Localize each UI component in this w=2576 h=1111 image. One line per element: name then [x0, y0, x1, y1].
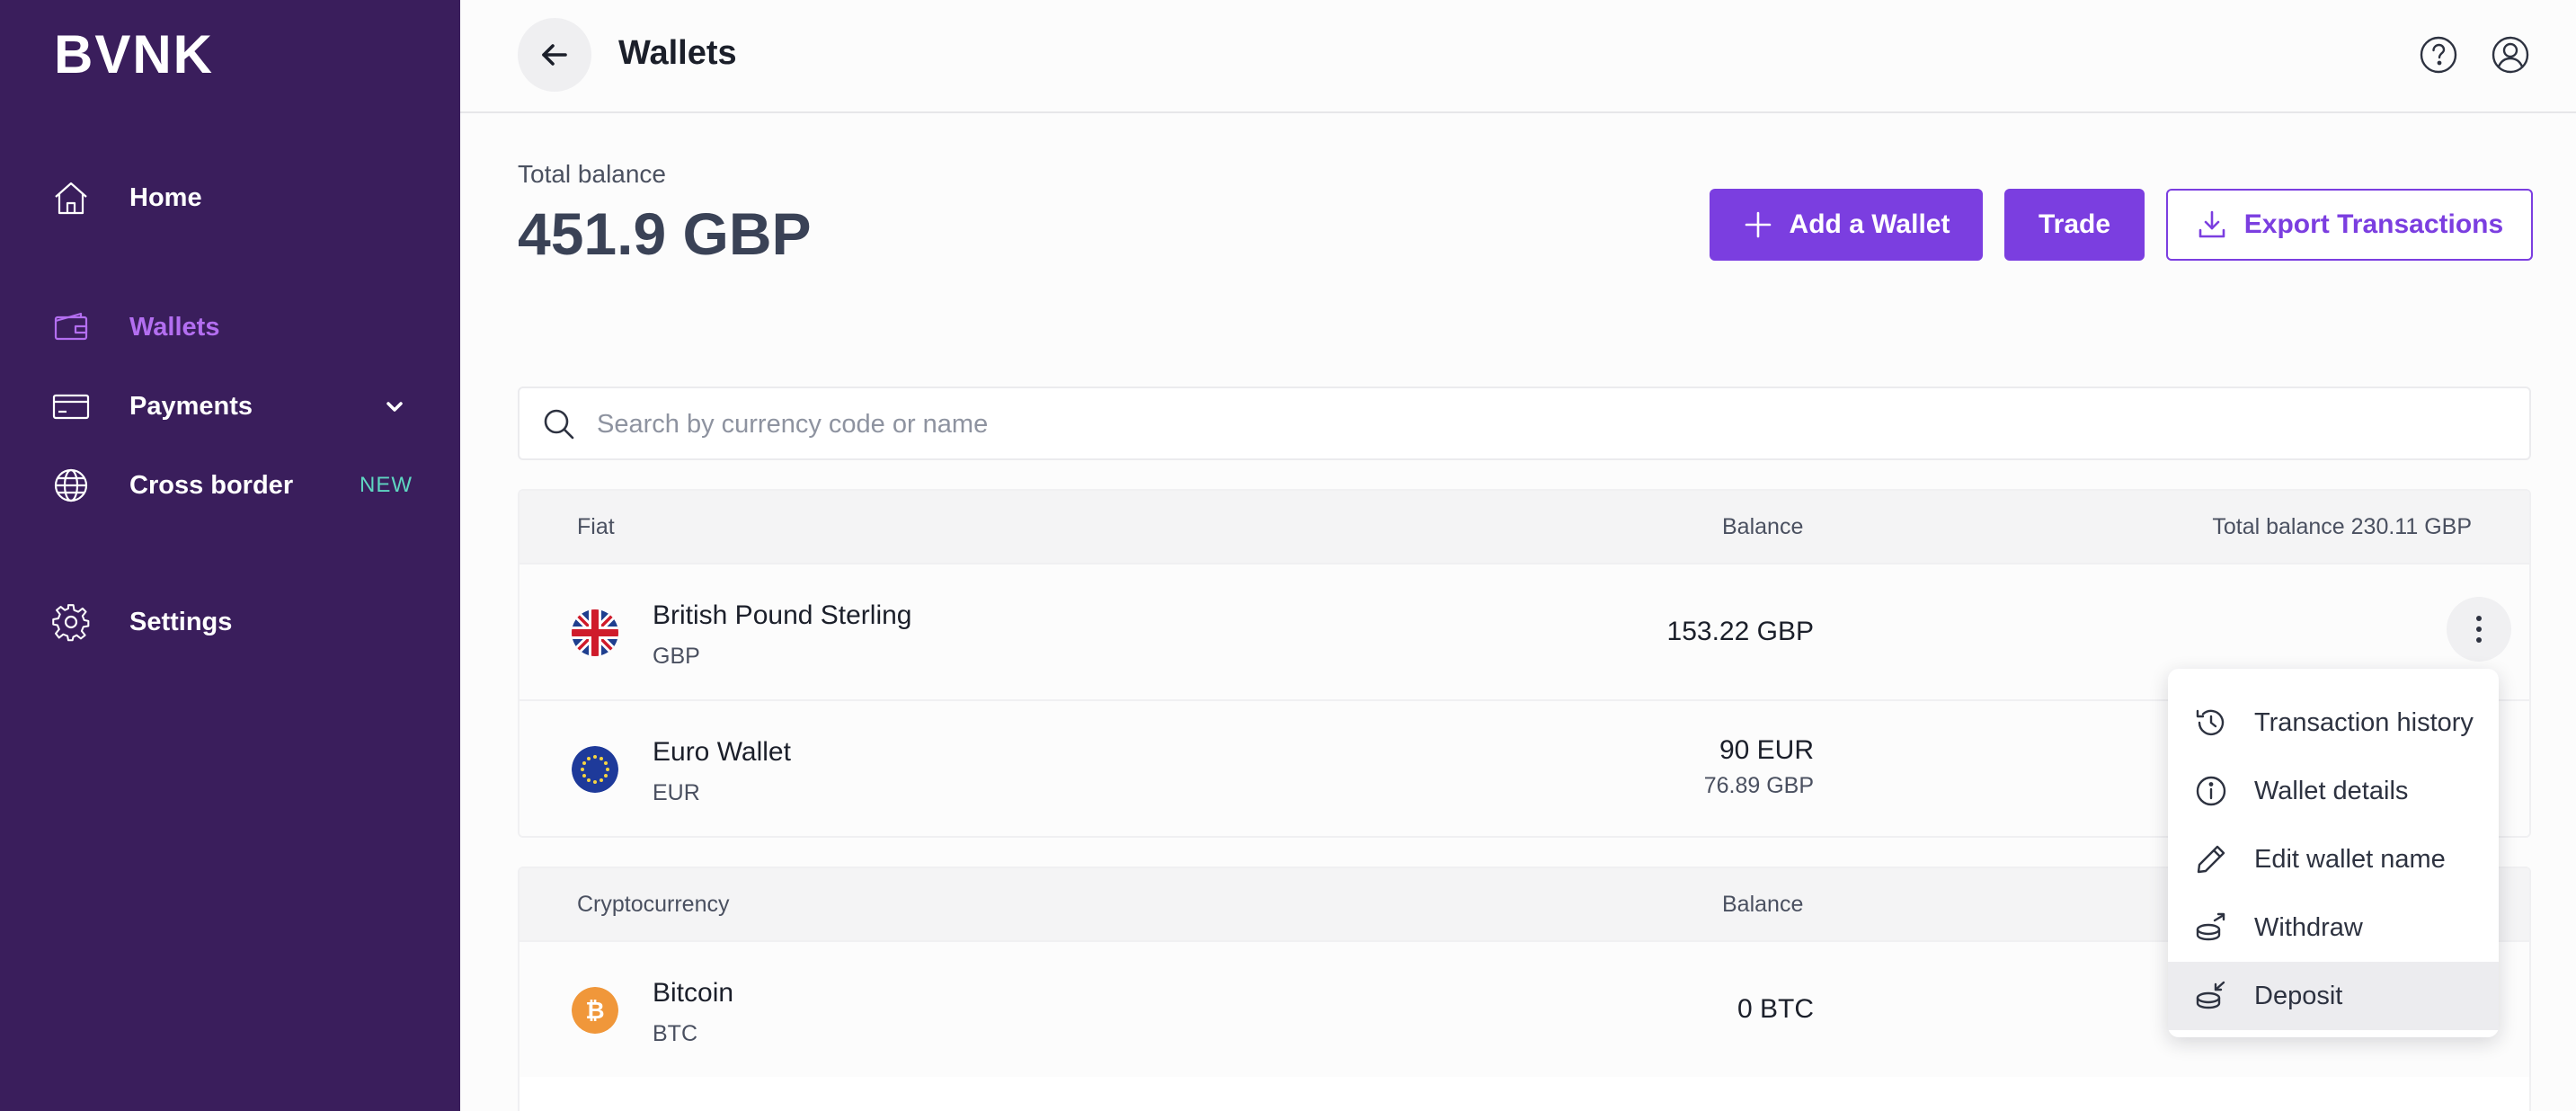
- page-title: Wallets: [618, 34, 737, 72]
- arrow-left-icon: [542, 44, 567, 66]
- deposit-icon: [2196, 981, 2225, 1009]
- menu-item-label: Edit wallet name: [2254, 845, 2446, 874]
- eu-flag-icon: [572, 746, 618, 793]
- sidebar-item-label: Payments: [129, 391, 253, 421]
- wallet-name: Euro Wallet: [653, 737, 791, 767]
- sidebar: BVNK Home Wallets Payments Cross border …: [0, 0, 460, 1111]
- sidebar-item-home[interactable]: Home: [0, 162, 460, 234]
- info-icon: [2196, 776, 2226, 806]
- plus-icon: [1745, 211, 1771, 238]
- trade-label: Trade: [2038, 209, 2111, 239]
- pencil-icon: [2197, 845, 2225, 874]
- history-icon: [2196, 709, 2225, 736]
- svg-text:₿: ₿: [585, 998, 604, 1025]
- chevron-down-icon[interactable]: [381, 393, 408, 420]
- column-header-category: Cryptocurrency: [577, 892, 730, 917]
- wallet-balance-secondary: 76.89 GBP: [1703, 773, 1814, 798]
- search-icon: [544, 409, 574, 440]
- trade-button[interactable]: Trade: [2004, 189, 2145, 261]
- wallet-balance: 90 EUR: [1719, 735, 1814, 765]
- menu-item-edit-wallet-name[interactable]: Edit wallet name: [2168, 825, 2499, 893]
- fiat-table-header: Fiat Balance Total balance 230.11 GBP: [520, 491, 2529, 563]
- sidebar-item-label: Wallets: [129, 312, 220, 342]
- menu-item-label: Wallet details: [2254, 777, 2409, 805]
- total-balance-value: 451.9 GBP: [518, 200, 812, 267]
- card-icon: [52, 394, 90, 420]
- bitcoin-icon: ₿: [572, 987, 618, 1034]
- wallet-icon: [54, 312, 88, 341]
- total-balance-label: Total balance: [518, 160, 667, 188]
- more-options-button[interactable]: [2447, 597, 2511, 662]
- menu-item-transaction-history[interactable]: Transaction history: [2168, 689, 2499, 757]
- menu-item-withdraw[interactable]: Withdraw: [2168, 893, 2499, 962]
- add-wallet-button[interactable]: Add a Wallet: [1710, 189, 1983, 261]
- menu-item-deposit[interactable]: Deposit: [2168, 962, 2499, 1030]
- search-box: [518, 387, 2531, 460]
- wallet-code: GBP: [653, 644, 700, 669]
- sidebar-item-payments[interactable]: Payments: [0, 370, 460, 442]
- withdraw-icon: [2196, 912, 2225, 941]
- wallet-actions-menu: Transaction history Wallet details Edit …: [2168, 669, 2499, 1037]
- sidebar-item-label: Home: [129, 182, 202, 212]
- sidebar-item-cross-border[interactable]: Cross border NEW: [0, 449, 460, 521]
- new-badge: NEW: [360, 473, 413, 497]
- column-header-category: Fiat: [577, 514, 615, 539]
- column-header-balance: Balance: [1722, 892, 1804, 917]
- sidebar-item-settings[interactable]: Settings: [0, 586, 460, 658]
- wallet-balance: 0 BTC: [1737, 994, 1814, 1024]
- more-vertical-icon: [2476, 616, 2482, 643]
- add-wallet-label: Add a Wallet: [1789, 209, 1950, 239]
- sidebar-item-label: Cross border: [129, 470, 294, 500]
- wallet-balance: 153.22 GBP: [1666, 617, 1814, 646]
- wallet-code: BTC: [653, 1021, 697, 1046]
- fiat-total-balance: Total balance 230.11 GBP: [2212, 514, 2472, 539]
- logo[interactable]: BVNK: [54, 23, 214, 85]
- gear-icon: [52, 604, 90, 642]
- back-button[interactable]: [518, 18, 591, 92]
- wallet-name: Bitcoin: [653, 978, 734, 1008]
- download-icon: [2198, 210, 2225, 238]
- home-icon: [55, 182, 87, 215]
- uk-flag-icon: [572, 609, 618, 656]
- menu-item-label: Deposit: [2254, 982, 2343, 1010]
- sidebar-item-label: Settings: [129, 607, 233, 636]
- sidebar-item-wallets[interactable]: Wallets: [0, 291, 460, 363]
- user-icon[interactable]: [2490, 34, 2531, 76]
- menu-item-label: Withdraw: [2254, 913, 2363, 942]
- export-transactions-button[interactable]: Export Transactions: [2166, 189, 2533, 261]
- export-label: Export Transactions: [2243, 209, 2504, 239]
- column-header-balance: Balance: [1722, 514, 1804, 539]
- menu-item-label: Transaction history: [2254, 708, 2474, 737]
- wallet-name: British Pound Sterling: [653, 600, 912, 630]
- help-icon[interactable]: [2418, 34, 2459, 76]
- wallet-code: EUR: [653, 780, 700, 805]
- menu-item-wallet-details[interactable]: Wallet details: [2168, 757, 2499, 825]
- globe-icon: [54, 468, 88, 502]
- search-input[interactable]: [597, 397, 2484, 451]
- top-header: Wallets: [460, 0, 2576, 113]
